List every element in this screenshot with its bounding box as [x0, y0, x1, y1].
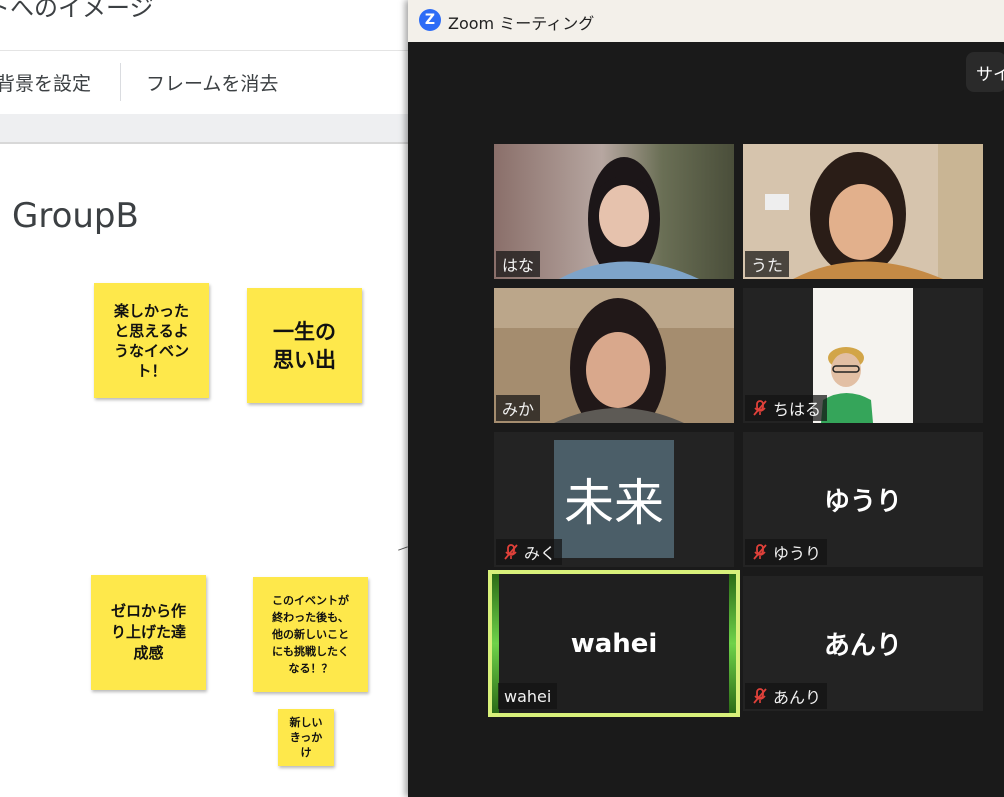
- microphone-muted-icon: [504, 544, 518, 560]
- participant-name-tag: ちはる: [745, 395, 828, 421]
- sticky-note[interactable]: 楽しかった と思えるよ うなイベン ト！: [94, 283, 209, 398]
- participant-name: みか: [502, 400, 535, 419]
- participant-name-tag: あんり: [745, 683, 828, 709]
- page-title: トへのイメージ: [0, 0, 154, 22]
- participant-name: wahei: [504, 686, 552, 706]
- sticky-note[interactable]: 一生の 思い出: [247, 288, 362, 403]
- microphone-muted-icon: [753, 400, 767, 416]
- clear-frame-button[interactable]: フレームを消去: [146, 69, 278, 96]
- participant-name: ゆうり: [773, 544, 822, 563]
- participant-name: あんり: [773, 688, 822, 707]
- toolbar-divider: [120, 63, 121, 101]
- participant-tile[interactable]: ちはる: [743, 288, 983, 423]
- window-title: Zoom ミーティング: [448, 14, 595, 33]
- participant-name-tag: うた: [745, 251, 790, 277]
- participant-name: みく: [524, 544, 557, 563]
- participant-name-tag: みか: [496, 395, 541, 421]
- participant-tile[interactable]: みか: [494, 288, 734, 423]
- zoom-titlebar[interactable]: Z Zoom ミーティング: [408, 0, 1004, 42]
- sticky-note[interactable]: このイベントが 終わった後も、 他の新しいこと にも挑戦したく なる！？: [253, 577, 368, 692]
- sticky-note[interactable]: 新しい きっか け: [278, 709, 334, 766]
- microphone-muted-icon: [753, 544, 767, 560]
- participant-name: ちはる: [773, 400, 822, 419]
- participant-tile[interactable]: 未来 みく: [494, 432, 734, 567]
- participant-tile[interactable]: はな: [494, 144, 734, 279]
- group-label: GroupB: [12, 196, 139, 236]
- active-speaker-tile[interactable]: wahei wahei: [488, 570, 740, 717]
- participant-tile[interactable]: あんり あんり: [743, 576, 983, 711]
- zoom-window: Z Zoom ミーティング サイ はな うた みか ちはる 未来 みく ゆうり …: [408, 0, 1004, 797]
- participant-name-tag: wahei: [498, 683, 558, 709]
- participant-name: うた: [751, 256, 784, 275]
- microphone-muted-icon: [753, 688, 767, 704]
- participant-name-tag: はな: [496, 251, 541, 277]
- whiteboard-toolbar: 背景を設定 フレームを消去: [0, 50, 410, 113]
- participant-name-tag: ゆうり: [745, 539, 828, 565]
- zoom-logo-icon: Z: [419, 9, 441, 31]
- side-panel-button[interactable]: サイ: [966, 52, 1004, 92]
- profile-picture: 未来: [554, 440, 674, 558]
- set-background-button[interactable]: 背景を設定: [0, 69, 91, 96]
- participant-tile[interactable]: ゆうり ゆうり: [743, 432, 983, 567]
- sticky-note[interactable]: ゼロから作 り上げた達 成感: [91, 575, 206, 690]
- participant-name: はな: [502, 256, 535, 275]
- whiteboard-app: トへのイメージ 背景を設定 フレームを消去 GroupB 楽しかった と思えるよ…: [0, 0, 410, 797]
- frame-strip: [0, 114, 410, 144]
- connector-line: [398, 546, 408, 551]
- participant-tile[interactable]: うた: [743, 144, 983, 279]
- participant-name-tag: みく: [496, 539, 563, 565]
